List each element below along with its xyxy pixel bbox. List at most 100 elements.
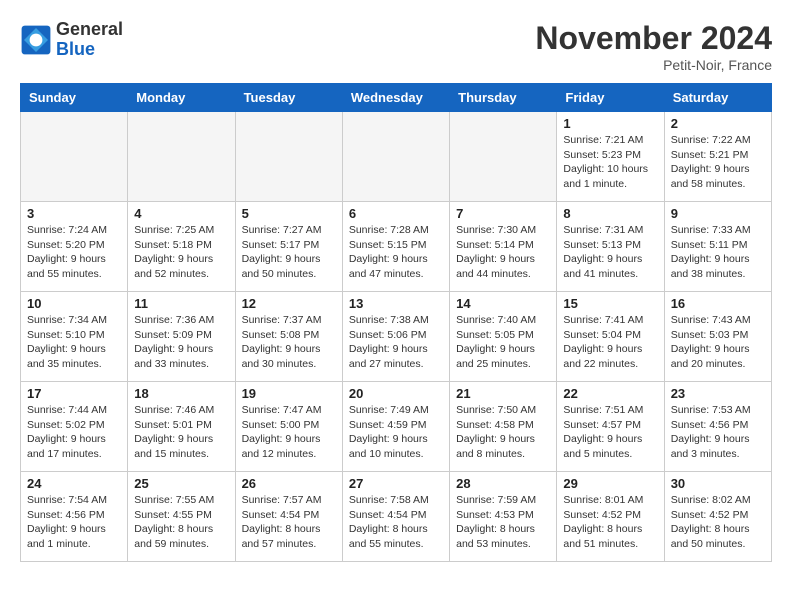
calendar-cell: 22 Sunrise: 7:51 AMSunset: 4:57 PMDayligh… [557, 382, 664, 472]
calendar-cell: 23Sunrise: 7:53 AMSunset: 4:56 PMDayligh… [664, 382, 771, 472]
calendar-cell: 8 Sunrise: 7:31 AMSunset: 5:13 PMDaylight… [557, 202, 664, 292]
calendar-cell [342, 112, 449, 202]
weekday-header: Saturday [664, 84, 771, 112]
day-number: 22 [563, 386, 657, 401]
calendar-table: SundayMondayTuesdayWednesdayThursdayFrid… [20, 83, 772, 562]
day-info: Sunrise: 7:34 AMSunset: 5:10 PMDaylight:… [27, 313, 121, 372]
day-info: Sunrise: 7:27 AMSunset: 5:17 PMDaylight:… [242, 223, 336, 282]
calendar-cell: 10 Sunrise: 7:34 AMSunset: 5:10 PMDayligh… [21, 292, 128, 382]
day-number: 25 [134, 476, 228, 491]
day-info: Sunrise: 7:24 AMSunset: 5:20 PMDaylight:… [27, 223, 121, 282]
day-info: Sunrise: 7:36 AMSunset: 5:09 PMDaylight:… [134, 313, 228, 372]
logo-text: General Blue [56, 20, 123, 60]
day-info: Sunrise: 7:33 AMSunset: 5:11 PMDaylight:… [671, 223, 765, 282]
location: Petit-Noir, France [535, 57, 772, 73]
day-number: 20 [349, 386, 443, 401]
day-info: Sunrise: 7:38 AMSunset: 5:06 PMDaylight:… [349, 313, 443, 372]
calendar-cell: 29 Sunrise: 8:01 AMSunset: 4:52 PMDayligh… [557, 472, 664, 562]
day-number: 29 [563, 476, 657, 491]
calendar-week-row: 1 Sunrise: 7:21 AMSunset: 5:23 PMDaylight… [21, 112, 772, 202]
calendar-cell [450, 112, 557, 202]
day-number: 21 [456, 386, 550, 401]
calendar-cell: 7Sunrise: 7:30 AMSunset: 5:14 PMDaylight… [450, 202, 557, 292]
title-block: November 2024 Petit-Noir, France [535, 20, 772, 73]
calendar-week-row: 17 Sunrise: 7:44 AMSunset: 5:02 PMDayligh… [21, 382, 772, 472]
calendar-cell: 25 Sunrise: 7:55 AMSunset: 4:55 PMDayligh… [128, 472, 235, 562]
calendar-cell: 14 Sunrise: 7:40 AMSunset: 5:05 PMDayligh… [450, 292, 557, 382]
day-info: Sunrise: 7:57 AMSunset: 4:54 PMDaylight:… [242, 493, 336, 552]
day-info: Sunrise: 7:22 AMSunset: 5:21 PMDaylight:… [671, 133, 765, 192]
calendar-cell [128, 112, 235, 202]
calendar-week-row: 3 Sunrise: 7:24 AMSunset: 5:20 PMDaylight… [21, 202, 772, 292]
day-number: 23 [671, 386, 765, 401]
calendar-cell: 4 Sunrise: 7:25 AMSunset: 5:18 PMDaylight… [128, 202, 235, 292]
day-number: 28 [456, 476, 550, 491]
calendar-cell: 19Sunrise: 7:47 AMSunset: 5:00 PMDayligh… [235, 382, 342, 472]
day-number: 18 [134, 386, 228, 401]
weekday-header: Monday [128, 84, 235, 112]
day-info: Sunrise: 7:30 AMSunset: 5:14 PMDaylight:… [456, 223, 550, 282]
calendar-cell: 16Sunrise: 7:43 AMSunset: 5:03 PMDayligh… [664, 292, 771, 382]
weekday-header: Sunday [21, 84, 128, 112]
calendar-cell: 5 Sunrise: 7:27 AMSunset: 5:17 PMDaylight… [235, 202, 342, 292]
calendar-cell: 28Sunrise: 7:59 AMSunset: 4:53 PMDayligh… [450, 472, 557, 562]
calendar-cell: 26 Sunrise: 7:57 AMSunset: 4:54 PMDayligh… [235, 472, 342, 562]
calendar-week-row: 24 Sunrise: 7:54 AMSunset: 4:56 PMDayligh… [21, 472, 772, 562]
calendar-cell: 17 Sunrise: 7:44 AMSunset: 5:02 PMDayligh… [21, 382, 128, 472]
calendar-cell: 27 Sunrise: 7:58 AMSunset: 4:54 PMDayligh… [342, 472, 449, 562]
day-number: 12 [242, 296, 336, 311]
calendar-cell: 12 Sunrise: 7:37 AMSunset: 5:08 PMDayligh… [235, 292, 342, 382]
calendar-cell: 30 Sunrise: 8:02 AMSunset: 4:52 PMDayligh… [664, 472, 771, 562]
day-number: 2 [671, 116, 765, 131]
weekday-header: Friday [557, 84, 664, 112]
calendar-cell: 6 Sunrise: 7:28 AMSunset: 5:15 PMDaylight… [342, 202, 449, 292]
day-number: 3 [27, 206, 121, 221]
day-number: 4 [134, 206, 228, 221]
day-info: Sunrise: 7:31 AMSunset: 5:13 PMDaylight:… [563, 223, 657, 282]
day-info: Sunrise: 8:01 AMSunset: 4:52 PMDaylight:… [563, 493, 657, 552]
day-number: 17 [27, 386, 121, 401]
day-info: Sunrise: 7:51 AMSunset: 4:57 PMDaylight:… [563, 403, 657, 462]
day-number: 27 [349, 476, 443, 491]
day-info: Sunrise: 8:02 AMSunset: 4:52 PMDaylight:… [671, 493, 765, 552]
day-info: Sunrise: 7:58 AMSunset: 4:54 PMDaylight:… [349, 493, 443, 552]
calendar-cell: 9 Sunrise: 7:33 AMSunset: 5:11 PMDaylight… [664, 202, 771, 292]
day-number: 1 [563, 116, 657, 131]
calendar-cell: 3 Sunrise: 7:24 AMSunset: 5:20 PMDaylight… [21, 202, 128, 292]
day-info: Sunrise: 7:44 AMSunset: 5:02 PMDaylight:… [27, 403, 121, 462]
day-info: Sunrise: 7:54 AMSunset: 4:56 PMDaylight:… [27, 493, 121, 552]
day-number: 9 [671, 206, 765, 221]
day-info: Sunrise: 7:50 AMSunset: 4:58 PMDaylight:… [456, 403, 550, 462]
day-info: Sunrise: 7:25 AMSunset: 5:18 PMDaylight:… [134, 223, 228, 282]
day-number: 5 [242, 206, 336, 221]
calendar-cell: 24 Sunrise: 7:54 AMSunset: 4:56 PMDayligh… [21, 472, 128, 562]
day-number: 10 [27, 296, 121, 311]
day-number: 6 [349, 206, 443, 221]
calendar-cell: 11Sunrise: 7:36 AMSunset: 5:09 PMDayligh… [128, 292, 235, 382]
day-number: 14 [456, 296, 550, 311]
day-info: Sunrise: 7:41 AMSunset: 5:04 PMDaylight:… [563, 313, 657, 372]
day-number: 30 [671, 476, 765, 491]
logo-icon [20, 24, 52, 56]
day-number: 13 [349, 296, 443, 311]
month-title: November 2024 [535, 20, 772, 57]
day-info: Sunrise: 7:43 AMSunset: 5:03 PMDaylight:… [671, 313, 765, 372]
calendar-cell: 2 Sunrise: 7:22 AMSunset: 5:21 PMDaylight… [664, 112, 771, 202]
day-info: Sunrise: 7:40 AMSunset: 5:05 PMDaylight:… [456, 313, 550, 372]
day-info: Sunrise: 7:37 AMSunset: 5:08 PMDaylight:… [242, 313, 336, 372]
calendar-cell [21, 112, 128, 202]
weekday-header: Thursday [450, 84, 557, 112]
day-info: Sunrise: 7:49 AMSunset: 4:59 PMDaylight:… [349, 403, 443, 462]
day-number: 19 [242, 386, 336, 401]
calendar-cell: 1 Sunrise: 7:21 AMSunset: 5:23 PMDaylight… [557, 112, 664, 202]
day-info: Sunrise: 7:28 AMSunset: 5:15 PMDaylight:… [349, 223, 443, 282]
day-info: Sunrise: 7:21 AMSunset: 5:23 PMDaylight:… [563, 133, 657, 192]
calendar-cell: 13 Sunrise: 7:38 AMSunset: 5:06 PMDayligh… [342, 292, 449, 382]
weekday-header: Tuesday [235, 84, 342, 112]
day-number: 24 [27, 476, 121, 491]
page-header: General Blue November 2024 Petit-Noir, F… [20, 20, 772, 73]
day-number: 8 [563, 206, 657, 221]
day-info: Sunrise: 7:55 AMSunset: 4:55 PMDaylight:… [134, 493, 228, 552]
day-number: 26 [242, 476, 336, 491]
calendar-cell: 18Sunrise: 7:46 AMSunset: 5:01 PMDayligh… [128, 382, 235, 472]
